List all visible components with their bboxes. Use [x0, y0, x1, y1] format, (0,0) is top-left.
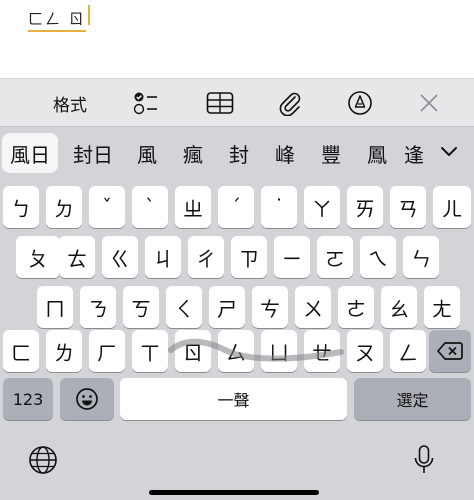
emoji-key[interactable] [60, 378, 114, 420]
candidate-item[interactable]: 風日 [2, 133, 58, 173]
microphone-icon [414, 445, 434, 473]
key[interactable]: ㄈ [3, 330, 39, 372]
close-toolbar-button[interactable] [414, 79, 444, 127]
key[interactable]: ㄉ [46, 186, 82, 228]
key[interactable]: ㄔ [188, 236, 224, 278]
formatting-toolbar: 格式 [0, 78, 474, 127]
key[interactable]: ㄊ [59, 236, 95, 278]
candidate-item-label: 逢 [404, 142, 424, 167]
attachment-button[interactable] [272, 79, 308, 127]
backspace-icon [437, 342, 463, 360]
key[interactable]: ㄥ [390, 330, 426, 372]
key[interactable]: ㄨ [295, 286, 331, 328]
key[interactable]: ㄆ [16, 236, 60, 278]
key[interactable]: ㄑ [166, 286, 202, 328]
candidate-item[interactable]: 峰 [270, 133, 300, 173]
key[interactable]: ㄩ [261, 330, 297, 372]
candidate-item[interactable]: 封 [224, 133, 254, 173]
key[interactable]: ㄦ [433, 186, 471, 228]
format-button-label: 格式 [53, 95, 87, 116]
zhuyin-keyboard: ㄅ ㄉ ˇ ˋ ㄓ ˊ ˙ ㄚ ㄞ ㄢ ㄦ ㄆ ㄊ ㄍ ㄐ ㄔ ㄗ ㄧ ㄛ ㄟ … [0, 182, 474, 500]
key[interactable]: ㄋ [80, 286, 116, 328]
numbers-key[interactable]: 123 [3, 378, 53, 420]
key[interactable]: ㄚ [304, 186, 340, 228]
key[interactable]: ㄗ [231, 236, 267, 278]
key[interactable]: ㄞ [347, 186, 383, 228]
key[interactable]: ㄡ [347, 330, 383, 372]
key[interactable]: ㄟ [360, 236, 396, 278]
close-icon [420, 94, 438, 112]
key[interactable]: ㄅ [3, 186, 39, 228]
key[interactable]: ㄕ [209, 286, 245, 328]
key[interactable]: ㄓ [175, 186, 211, 228]
expand-candidates-button[interactable] [434, 137, 464, 167]
key[interactable]: ㄏ [89, 330, 125, 372]
key[interactable]: ㄎ [123, 286, 159, 328]
globe-button[interactable] [26, 438, 60, 482]
key[interactable]: ˇ [89, 186, 125, 228]
key[interactable]: ㄌ [46, 330, 82, 372]
key[interactable]: ㄍ [102, 236, 138, 278]
home-indicator[interactable] [149, 490, 319, 495]
candidate-item[interactable]: 豐 [316, 133, 346, 173]
format-button[interactable]: 格式 [48, 79, 92, 127]
key[interactable]: ˙ [261, 186, 297, 228]
candidate-item[interactable]: 逢 [404, 133, 424, 173]
key[interactable]: ㄠ [381, 286, 417, 328]
chevron-down-icon [441, 147, 457, 156]
emoji-icon [76, 388, 98, 410]
space-key[interactable]: 一聲 [120, 378, 347, 420]
attachment-icon [279, 92, 301, 116]
markup-button[interactable] [342, 79, 378, 127]
key[interactable]: ㄙ [218, 330, 254, 372]
checklist-icon [133, 92, 157, 115]
key[interactable]: ˋ [132, 186, 168, 228]
markup-icon [348, 91, 372, 115]
key[interactable]: ㄣ [403, 236, 439, 278]
key[interactable]: ㄧ [274, 236, 310, 278]
candidate-bar: 風日 封日 風 瘋 封 峰 豐 鳳 逢 [0, 126, 474, 183]
key[interactable]: ㄒ [132, 330, 168, 372]
key[interactable]: ㄐ [145, 236, 181, 278]
key[interactable]: ㄛ [317, 236, 353, 278]
table-button[interactable] [202, 79, 238, 127]
candidate-item[interactable]: 封日 [68, 133, 118, 173]
key[interactable]: ㄢ [390, 186, 426, 228]
table-icon [206, 92, 234, 114]
delete-key[interactable] [429, 330, 471, 372]
key[interactable]: ˊ [218, 186, 254, 228]
key[interactable]: ㄇ [37, 286, 73, 328]
globe-icon [29, 446, 57, 474]
dictation-button[interactable] [410, 438, 438, 482]
text-caret [88, 5, 90, 25]
select-key[interactable]: 選定 [354, 378, 471, 420]
key[interactable]: ㄤ [424, 286, 460, 328]
key[interactable]: ㄝ [304, 330, 340, 372]
note-editor[interactable]: ㄈㄥ ㄖ [0, 0, 474, 78]
candidate-item[interactable]: 風 [132, 133, 162, 173]
key[interactable]: ㄘ [252, 286, 288, 328]
checklist-button[interactable] [128, 79, 164, 127]
composing-text: ㄈㄥ ㄖ [28, 8, 86, 32]
key[interactable]: ㄜ [338, 286, 374, 328]
key[interactable]: ㄖ [175, 330, 211, 372]
candidate-item[interactable]: 瘋 [178, 133, 208, 173]
candidate-item[interactable]: 鳳 [362, 133, 392, 173]
